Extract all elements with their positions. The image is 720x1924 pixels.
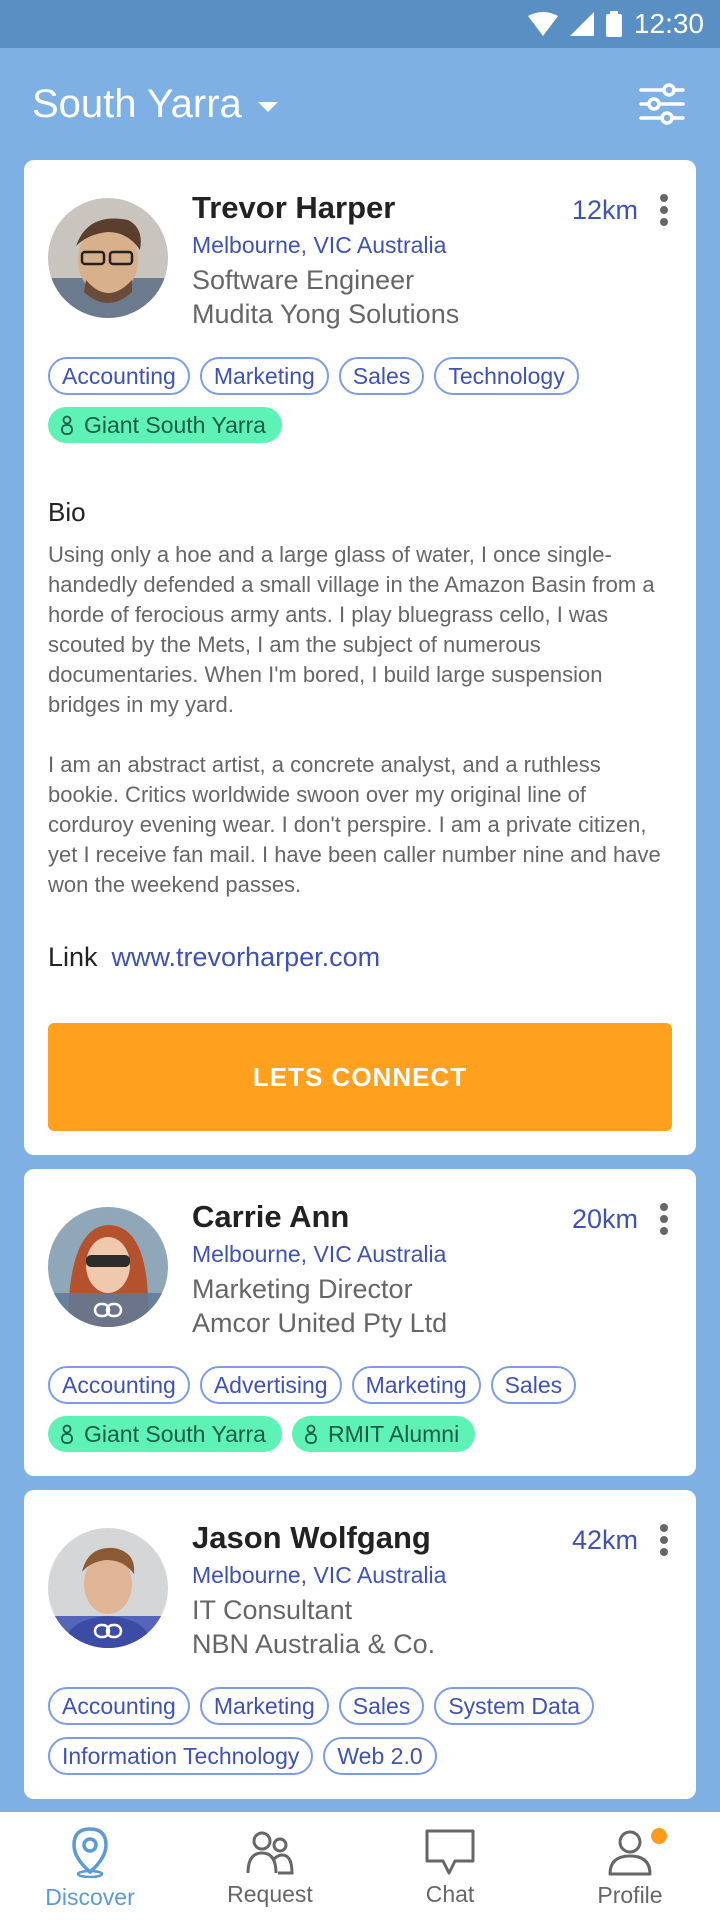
group-icon [305, 1424, 317, 1444]
nav-discover-label: Discover [45, 1883, 135, 1910]
group-tag-label: Giant South Yarra [84, 1421, 266, 1447]
avatar[interactable] [48, 198, 168, 318]
profile-role: Software Engineer [192, 265, 415, 295]
profile-name[interactable]: Trevor Harper [192, 188, 395, 228]
tag[interactable]: Accounting [48, 1687, 190, 1725]
sliders-icon [639, 83, 685, 125]
link-chip [48, 1293, 168, 1327]
tag[interactable]: Web 2.0 [323, 1737, 437, 1775]
more-options-icon[interactable] [656, 1199, 672, 1239]
nav-chat[interactable]: Chat [375, 1829, 525, 1908]
card-header: Carrie Ann 20km Melbourne, VIC Australia… [48, 1193, 672, 1340]
profile-name[interactable]: Jason Wolfgang [192, 1518, 431, 1558]
tag[interactable]: Accounting [48, 357, 190, 395]
website-link[interactable]: www.trevorharper.com [112, 942, 381, 973]
bottom-nav: Discover Request Chat Profile [0, 1812, 720, 1924]
app-bar: South Yarra [0, 48, 720, 160]
group-icon [61, 1424, 73, 1444]
profile-role: IT Consultant [192, 1595, 353, 1625]
chevron-down-icon [257, 102, 278, 112]
battery-icon [605, 11, 622, 37]
wifi-icon [527, 12, 558, 36]
name-row: Jason Wolfgang 42km [192, 1514, 672, 1560]
chat-bubble-icon [425, 1829, 475, 1874]
card-info: Carrie Ann 20km Melbourne, VIC Australia… [192, 1193, 672, 1340]
card-info: Jason Wolfgang 42km Melbourne, VIC Austr… [192, 1514, 672, 1661]
tag[interactable]: Sales [338, 357, 425, 395]
tag[interactable]: Technology [434, 357, 579, 395]
profile-company: NBN Australia & Co. [192, 1629, 436, 1659]
link-label: Link [48, 942, 98, 972]
distance-wrap: 20km [572, 1199, 672, 1239]
location-pin-icon [72, 1826, 108, 1878]
status-time: 12:30 [633, 8, 704, 39]
nav-profile-label: Profile [597, 1881, 663, 1908]
profile-card[interactable]: Carrie Ann 20km Melbourne, VIC Australia… [24, 1169, 696, 1476]
group-tag-label: Giant South Yarra [84, 412, 266, 438]
status-bar: 12:30 [0, 0, 720, 48]
group-icon [61, 415, 73, 435]
tag[interactable]: Sales [338, 1687, 425, 1725]
location-selector[interactable]: South Yarra [32, 82, 278, 127]
card-header: Trevor Harper 12km Melbourne, VIC Austra… [48, 184, 672, 331]
more-options-icon[interactable] [656, 1520, 672, 1560]
bio-paragraph: I am an abstract artist, a concrete anal… [48, 752, 661, 897]
card-header: Jason Wolfgang 42km Melbourne, VIC Austr… [48, 1514, 672, 1661]
group-tag-label: RMIT Alumni [327, 1421, 460, 1447]
tag[interactable]: Marketing [199, 357, 329, 395]
filter-button[interactable] [636, 78, 688, 130]
bio-title: Bio [48, 497, 86, 527]
profile-feed: Trevor Harper 12km Melbourne, VIC Austra… [24, 160, 696, 1813]
group-tag[interactable]: Giant South Yarra [48, 407, 282, 443]
distance-label: 42km [571, 1524, 638, 1555]
tag[interactable]: Advertising [199, 1366, 342, 1404]
tag[interactable]: Marketing [351, 1366, 481, 1404]
avatar[interactable] [48, 1528, 168, 1648]
group-tag[interactable]: RMIT Alumni [291, 1416, 476, 1452]
profile-company: Mudita Yong Solutions [192, 299, 460, 329]
distance-wrap: 12km [572, 190, 672, 230]
link-chip [48, 1614, 168, 1648]
profile-location: Melbourne, VIC Australia [192, 1241, 447, 1267]
card-info: Trevor Harper 12km Melbourne, VIC Austra… [192, 184, 672, 331]
nav-profile[interactable]: Profile [555, 1827, 705, 1909]
profile-location: Melbourne, VIC Australia [192, 232, 447, 258]
location-label: South Yarra [32, 81, 242, 126]
profile-name[interactable]: Carrie Ann [192, 1197, 349, 1237]
profile-card[interactable]: Trevor Harper 12km Melbourne, VIC Austra… [24, 160, 696, 1155]
nav-discover[interactable]: Discover [15, 1826, 165, 1911]
nav-request-label: Request [227, 1880, 313, 1907]
profile-location: Melbourne, VIC Australia [192, 1562, 447, 1588]
profile-company: Amcor United Pty Ltd [192, 1308, 448, 1338]
tag[interactable]: Information Technology [48, 1737, 314, 1775]
tag-list: Accounting Advertising Marketing Sales G… [48, 1366, 672, 1452]
tag[interactable]: Accounting [48, 1366, 190, 1404]
name-row: Carrie Ann 20km [192, 1193, 672, 1239]
user-icon [608, 1830, 652, 1875]
distance-label: 20km [571, 1203, 638, 1234]
notification-dot [651, 1827, 667, 1844]
tag[interactable]: Marketing [199, 1687, 329, 1725]
nav-chat-label: Chat [425, 1880, 475, 1907]
tag-list: Accounting Marketing Sales Technology Gi… [48, 357, 672, 443]
bio-paragraph: Using only a hoe and a large glass of wa… [48, 542, 655, 717]
link-icon [93, 1302, 123, 1318]
link-icon [93, 1623, 123, 1639]
distance-label: 12km [571, 194, 638, 225]
profile-card[interactable]: Jason Wolfgang 42km Melbourne, VIC Austr… [24, 1490, 696, 1799]
signal-icon [569, 12, 594, 36]
tag-list: Accounting Marketing Sales System Data I… [48, 1687, 672, 1775]
nav-request[interactable]: Request [195, 1829, 345, 1908]
name-row: Trevor Harper 12km [192, 184, 672, 230]
distance-wrap: 42km [572, 1520, 672, 1560]
lets-connect-button[interactable]: LETS CONNECT [48, 1023, 672, 1131]
people-icon [246, 1831, 294, 1874]
group-tag[interactable]: Giant South Yarra [48, 1416, 282, 1452]
tag[interactable]: System Data [434, 1687, 594, 1725]
profile-role: Marketing Director [192, 1274, 413, 1304]
more-options-icon[interactable] [656, 190, 672, 230]
avatar[interactable] [48, 1207, 168, 1327]
tag[interactable]: Sales [490, 1366, 577, 1404]
link-row: Link www.trevorharper.com [48, 942, 672, 973]
